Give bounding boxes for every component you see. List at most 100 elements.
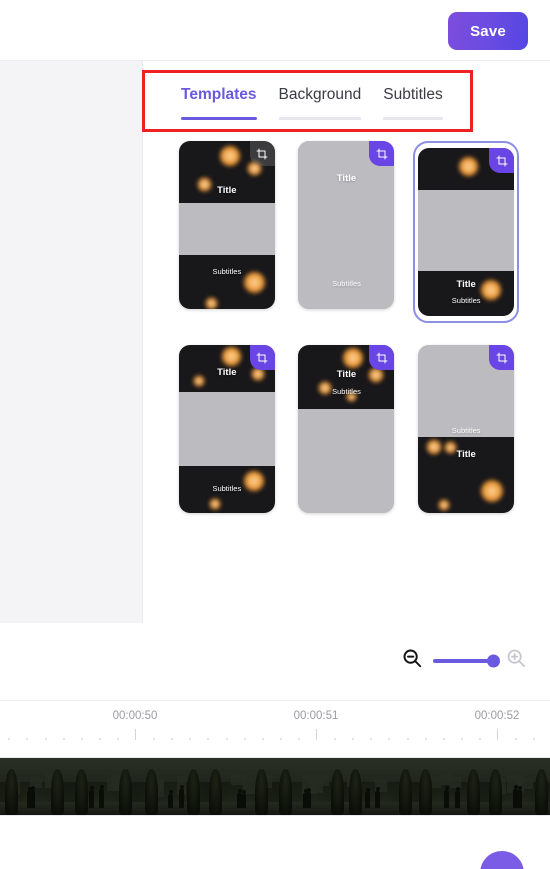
template-thumbnail[interactable]: Subtitles Title [418,345,515,513]
tab-templates[interactable]: Templates [170,70,268,132]
person-silhouette [178,203,275,256]
zoom-out-icon[interactable] [401,647,423,674]
thumb-mid-band [298,408,395,513]
ruler-label-0: 00:00:50 [112,710,158,722]
template-card-3[interactable]: Title Subtitles [413,141,520,323]
ruler-label-1: 00:00:51 [293,710,339,722]
ruler-tick-minor [352,738,355,740]
person-silhouette [178,392,275,466]
tab-subtitles[interactable]: Subtitles [372,70,453,132]
template-card-4[interactable]: Title Subtitles [174,345,280,513]
thumb-title-text: Title [336,368,357,380]
tab-background-underline [278,117,362,120]
template-card-5[interactable]: Title Subtitles [293,345,399,513]
zoom-slider-thumb[interactable] [487,654,500,667]
crop-icon[interactable] [489,148,515,173]
zoom-control [401,647,527,674]
thumb-subtitle-text: Subtitles [451,295,481,305]
video-frame [207,758,276,815]
video-frame [276,758,345,815]
video-frame [138,758,207,815]
orb [458,156,480,177]
template-thumbnail[interactable]: Title Subtitles [298,345,395,513]
crop-icon[interactable] [369,141,395,166]
ruler-tick-minor [515,738,518,740]
crop-icon[interactable] [249,141,275,166]
zoom-in-icon[interactable] [505,647,527,674]
template-grid: Title Subtitles Title Subtitles Title Su… [143,141,550,513]
bottom-bar [0,825,550,869]
thumb-subtitle-text: Subtitles [332,278,361,288]
ruler-tick-minor [8,738,11,740]
ruler-tick-minor [116,738,119,740]
ruler-tick-minor [261,738,264,740]
thumb-subtitle-text: Subtitles [451,425,481,435]
tab-background-label: Background [278,86,362,103]
ruler-tick-minor [44,738,47,740]
record-fab-button[interactable] [480,851,524,869]
template-thumbnail[interactable]: Title Subtitles [298,141,395,309]
save-button[interactable]: Save [448,12,528,50]
thumb-title-text: Title [336,172,357,184]
orb [480,479,505,504]
thumb-bottom-band [418,270,515,316]
ruler-label-2: 00:00:52 [474,710,520,722]
orb [438,499,451,512]
template-thumbnail[interactable]: Title Subtitles [178,345,275,513]
thumb-bottom-band [178,255,275,309]
ruler-tick-minor [80,738,83,740]
video-editor-screen: Save Templates Background Subtitles Titl… [0,0,550,869]
ruler-tick-minor [189,738,192,740]
panel-tabs: Templates Background Subtitles [143,70,550,132]
top-bar: Save [0,0,550,61]
crop-icon[interactable] [369,345,395,370]
video-frame [69,758,138,815]
thumb-subtitle-text: Subtitles [212,267,242,276]
thumb-title-text: Title [456,279,476,291]
timeline-track-area [0,749,550,825]
tab-templates-underline [181,117,257,120]
ruler-tick-minor [171,738,174,740]
orb [208,497,221,510]
timeline-ruler[interactable]: 00:00:50 00:00:51 00:00:52 [0,701,550,749]
ruler-tick-minor [207,738,210,740]
person-silhouette [418,190,515,271]
ruler-tick-minor [478,738,481,740]
orb [342,347,365,369]
zoom-slider[interactable] [433,654,500,667]
tab-subtitles-underline [383,117,443,120]
ruler-tick-minor [98,738,101,740]
template-thumbnail[interactable]: Title Subtitles [178,141,275,309]
ruler-tick-minor [406,738,409,740]
video-frame [0,758,69,815]
ruler-tick-major [316,729,317,740]
thumb-title-text: Title [456,449,476,461]
tab-background[interactable]: Background [268,70,373,132]
crop-icon[interactable] [489,345,515,370]
thumb-mid-band [178,203,275,256]
crop-icon[interactable] [249,345,275,370]
thumb-subtitle-text: Subtitles [332,387,361,396]
left-rail [0,61,143,623]
ruler-tick-major [497,729,498,740]
thumb-subtitle-text: Subtitles [212,484,242,494]
video-frame [345,758,414,815]
ruler-tick-minor [297,738,300,740]
ruler-tick-minor [424,738,427,740]
tab-templates-label: Templates [181,86,257,103]
ruler-tick-minor [153,738,156,740]
orb [220,346,242,367]
ruler-tick-minor [388,738,391,740]
template-card-2[interactable]: Title Subtitles [293,141,399,323]
person-silhouette [298,408,395,513]
template-card-1[interactable]: Title Subtitles [174,141,280,323]
template-thumbnail[interactable]: Title Subtitles [418,148,515,316]
video-frame [483,758,550,815]
ruler-tick-minor [533,738,536,740]
video-track[interactable] [0,757,550,816]
ruler-tick-major [135,729,136,740]
tab-subtitles-label: Subtitles [383,86,443,103]
orb [218,145,241,167]
video-frame [414,758,483,815]
template-card-6[interactable]: Subtitles Title [413,345,519,513]
